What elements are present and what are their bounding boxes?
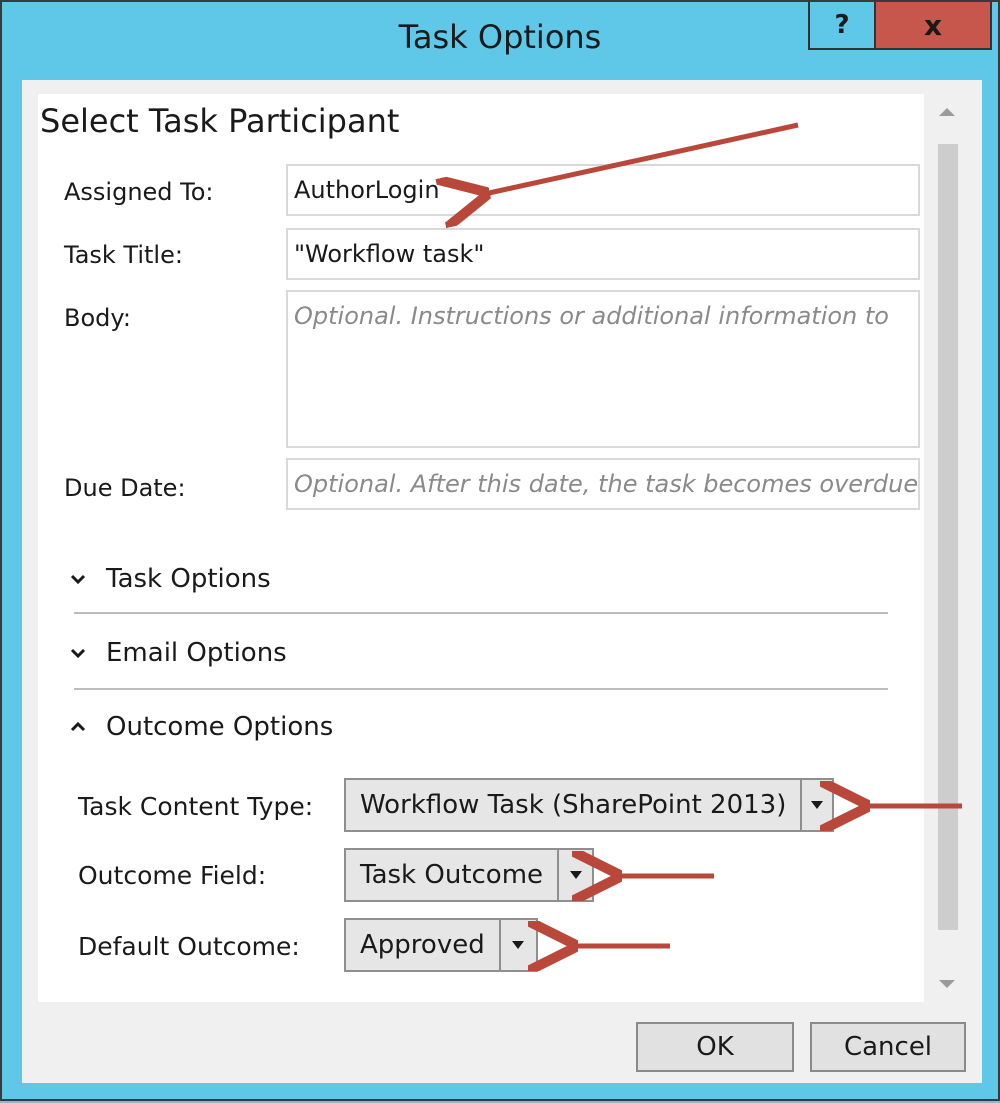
chevron-down-icon [64,647,92,659]
default-outcome-dropdown[interactable]: Approved [344,918,538,972]
task-options-expander[interactable]: Task Options [64,564,271,594]
due-date-input[interactable]: Optional. After this date, the task beco… [286,458,920,510]
dialog-client-area: Select Task Participant Assigned To: Aut… [22,80,982,1083]
scrollbar-thumb[interactable] [938,144,958,930]
ok-button[interactable]: OK [636,1022,794,1072]
close-button[interactable]: x [874,2,992,50]
task-options-label: Task Options [106,564,271,594]
body-label: Body: [64,304,131,332]
cancel-button[interactable]: Cancel [810,1022,966,1072]
outcome-field-value: Task Outcome [360,860,544,890]
assigned-to-label: Assigned To: [64,178,214,206]
scroll-down-icon[interactable] [932,966,962,1002]
caret-down-icon [498,920,536,970]
help-button[interactable]: ? [808,2,876,50]
outcome-field-dropdown[interactable]: Task Outcome [344,848,594,902]
task-content-type-value: Workflow Task (SharePoint 2013) [360,790,787,820]
divider [74,612,888,614]
outcome-options-label: Outcome Options [106,712,334,742]
default-outcome-label: Default Outcome: [78,932,300,961]
outcome-options-expander[interactable]: Outcome Options [64,712,333,742]
assigned-to-input[interactable]: AuthorLogin [286,164,920,216]
chevron-up-icon [64,721,92,733]
due-date-label: Due Date: [64,474,186,502]
email-options-expander[interactable]: Email Options [64,638,287,668]
outcome-field-label: Outcome Field: [78,861,267,890]
caret-down-icon [800,780,832,830]
email-options-label: Email Options [106,638,287,668]
default-outcome-value: Approved [360,930,485,960]
task-options-dialog: Task Options ? x Select Task Participant… [0,0,1000,1101]
vertical-scrollbar[interactable] [932,94,962,1002]
task-content-type-dropdown[interactable]: Workflow Task (SharePoint 2013) [344,778,834,832]
title-bar[interactable]: Task Options ? x [2,2,998,80]
section-title: Select Task Participant [40,102,400,140]
task-content-type-label: Task Content Type: [78,792,314,821]
caret-down-icon [557,850,592,900]
divider [74,688,888,690]
task-title-label: Task Title: [64,241,183,269]
scroll-up-icon[interactable] [932,94,962,130]
task-title-input[interactable]: "Workflow task" [286,228,920,280]
chevron-down-icon [64,573,92,585]
scroll-content: Select Task Participant Assigned To: Aut… [38,94,924,1002]
body-input[interactable]: Optional. Instructions or additional inf… [286,290,920,448]
